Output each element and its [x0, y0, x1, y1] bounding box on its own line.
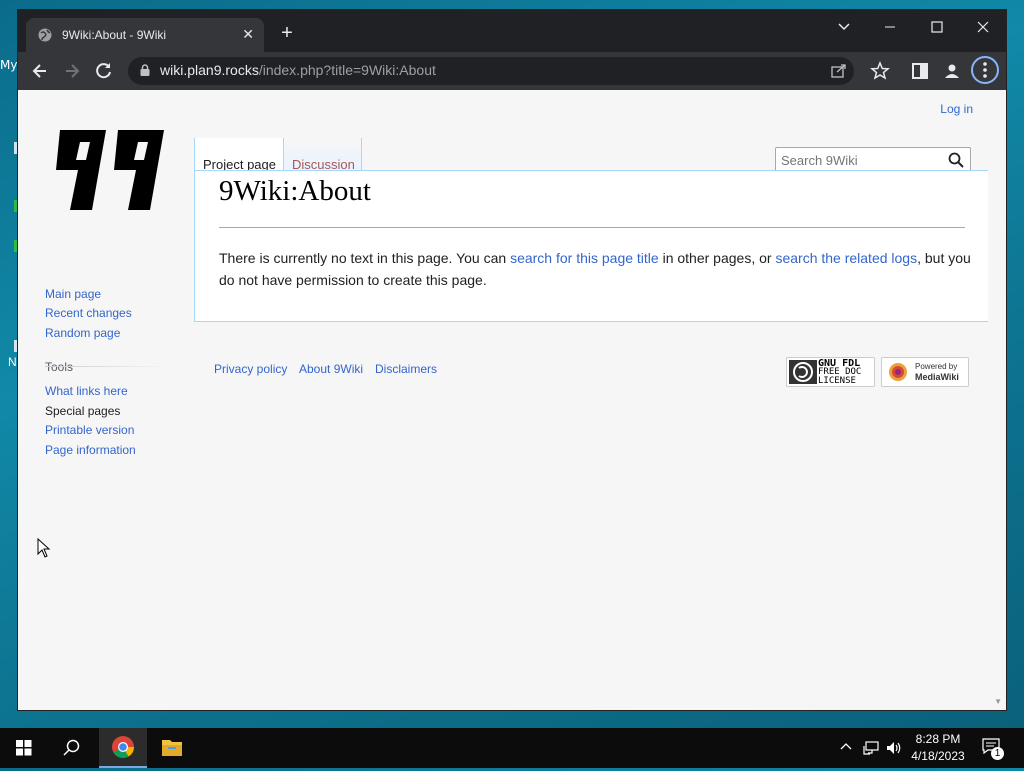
address-bar[interactable]: wiki.plan9.rocks/index.php?title=9Wiki:A…: [128, 57, 854, 85]
url-text: wiki.plan9.rocks/index.php?title=9Wiki:A…: [160, 62, 436, 78]
tab-strip: 9Wiki:About - 9Wiki ✕ +: [18, 10, 1006, 52]
desktop-icon-fragment[interactable]: [14, 142, 17, 154]
scroll-down-arrow[interactable]: ▼: [994, 697, 1002, 706]
copyleft-icon: [789, 360, 817, 384]
search-icon[interactable]: [48, 728, 96, 768]
mediawiki-flower-icon: [889, 363, 907, 381]
tools-divider: [45, 366, 169, 367]
sidebar-item-printable-version[interactable]: Printable version: [45, 423, 134, 437]
tray-chevron-up-icon[interactable]: [840, 741, 852, 753]
close-window-button[interactable]: [968, 18, 998, 36]
sidebar-item-page-information[interactable]: Page information: [45, 443, 136, 457]
sidebar-item-main-page[interactable]: Main page: [45, 287, 101, 301]
search-related-logs-link[interactable]: search the related logs: [775, 250, 917, 266]
clock[interactable]: 8:28 PM 4/18/2023: [908, 732, 968, 763]
side-panel-icon[interactable]: [910, 61, 930, 81]
gfdl-badge[interactable]: GNU FDL FREE DOC LICENSE: [786, 357, 875, 387]
chrome-taskbar-button[interactable]: [99, 728, 147, 768]
tools-heading: Tools: [45, 360, 74, 374]
desktop-icon-label[interactable]: My: [0, 58, 17, 72]
login-link[interactable]: Log in: [940, 102, 973, 116]
url-host: wiki.plan9.rocks: [160, 62, 259, 78]
kebab-menu-icon: [983, 62, 987, 78]
new-tab-button[interactable]: +: [276, 22, 298, 44]
disclaimers-link[interactable]: Disclaimers: [375, 362, 437, 376]
search-page-title-link[interactable]: search for this page title: [510, 250, 659, 266]
desktop-icon-fragment[interactable]: [14, 340, 17, 352]
content-area: 9Wiki:About There is currently no text i…: [194, 170, 988, 322]
browser-tab[interactable]: 9Wiki:About - 9Wiki ✕: [26, 18, 264, 52]
back-arrow-icon[interactable]: [30, 61, 50, 81]
body-text: There is currently no text in this page.…: [219, 250, 511, 266]
tab-project-page[interactable]: Project page: [194, 138, 284, 172]
page-body: There is currently no text in this page.…: [219, 247, 979, 291]
powered-by-mediawiki-badge[interactable]: Powered by MediaWiki: [881, 357, 969, 387]
tab-search-icon[interactable]: [829, 18, 859, 36]
url-path: /index.php?title=9Wiki:About: [258, 62, 436, 78]
desktop-icon-label[interactable]: N: [8, 355, 17, 369]
reload-icon[interactable]: [94, 61, 114, 81]
title-divider: [219, 227, 965, 228]
share-icon[interactable]: [830, 62, 848, 80]
lock-icon[interactable]: [140, 64, 150, 76]
search-icon[interactable]: [948, 152, 964, 168]
browser-window: 9Wiki:About - 9Wiki ✕ + wiki.plan9.rocks…: [18, 10, 1006, 710]
clock-date: 4/18/2023: [911, 749, 965, 763]
volume-icon[interactable]: [885, 740, 903, 756]
notification-center-button[interactable]: 1: [982, 738, 1004, 760]
mouse-cursor: [37, 538, 51, 558]
wiki-page: Log in Main page Recent changes Random p…: [18, 90, 1006, 710]
sidebar-item-special-pages[interactable]: Special pages: [45, 404, 120, 418]
browser-toolbar: wiki.plan9.rocks/index.php?title=9Wiki:A…: [18, 52, 1006, 90]
globe-icon: [38, 28, 52, 42]
bookmark-star-icon[interactable]: [870, 61, 890, 81]
desktop-icon-fragment[interactable]: [14, 240, 17, 252]
badge-line: Powered by: [915, 362, 958, 371]
mediawiki-badge-text: Powered by MediaWiki: [915, 362, 959, 382]
badge-line: MediaWiki: [915, 372, 959, 382]
file-explorer-icon[interactable]: [148, 728, 196, 768]
gfdl-line: LICENSE: [818, 376, 856, 386]
page-title: 9Wiki:About: [219, 175, 371, 207]
wiki-logo[interactable]: [48, 126, 164, 216]
forward-arrow-icon[interactable]: [62, 61, 82, 81]
desktop-icon-fragment[interactable]: [14, 200, 17, 212]
profile-icon[interactable]: [942, 61, 962, 81]
privacy-policy-link[interactable]: Privacy policy: [214, 362, 287, 376]
search-input[interactable]: [781, 151, 941, 169]
browser-menu-button[interactable]: [971, 56, 999, 84]
body-text: in other pages, or: [658, 250, 776, 266]
gfdl-text: GNU FDL FREE DOC LICENSE: [818, 359, 861, 386]
notification-count-badge: 1: [991, 747, 1004, 760]
sidebar-item-random-page[interactable]: Random page: [45, 326, 120, 340]
tab-title: 9Wiki:About - 9Wiki: [62, 28, 167, 42]
close-tab-icon[interactable]: ✕: [242, 26, 254, 43]
clock-time: 8:28 PM: [915, 732, 961, 746]
network-icon[interactable]: [862, 740, 880, 756]
about-link[interactable]: About 9Wiki: [299, 362, 363, 376]
sidebar-item-what-links-here[interactable]: What links here: [45, 384, 128, 398]
maximize-button[interactable]: [922, 18, 952, 36]
taskbar: 8:28 PM 4/18/2023 1: [0, 728, 1024, 768]
tab-discussion[interactable]: Discussion: [284, 138, 362, 172]
minimize-button[interactable]: [875, 18, 905, 36]
windows-start-icon[interactable]: [0, 728, 48, 768]
chrome-icon: [112, 736, 134, 758]
sidebar-item-recent-changes[interactable]: Recent changes: [45, 306, 132, 320]
